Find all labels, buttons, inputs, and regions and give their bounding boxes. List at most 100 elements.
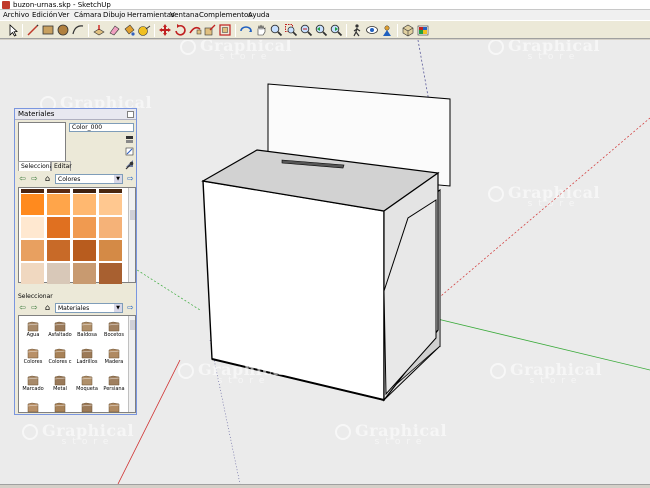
menu-ver[interactable]: Ver [58,10,69,20]
details-arrow-icon[interactable]: ⇨ [126,174,135,184]
details-arrow-icon[interactable]: ⇨ [126,303,135,313]
forward-arrow-icon[interactable]: ⇨ [30,303,39,313]
title-bar: buzon-urnas.skp - SketchUp [0,0,650,10]
home-icon[interactable]: ⌂ [43,303,52,313]
zoom-tool-icon[interactable] [269,23,283,37]
zoom-extents-tool-icon[interactable] [299,23,313,37]
color-swatch[interactable] [73,217,96,238]
section-label-seleccionar: Seleccionar [18,293,53,300]
color-swatch[interactable] [47,189,70,193]
position-camera-tool-icon[interactable] [380,23,394,37]
color-swatch[interactable] [21,263,44,284]
color-swatch[interactable] [73,189,96,193]
tab-editar[interactable]: Editar [51,161,72,171]
color-swatch[interactable] [21,189,44,193]
color-swatch[interactable] [99,189,122,193]
menu-archivo[interactable]: Archivo [3,10,29,20]
menu-complementos[interactable]: Complementos [199,10,252,20]
next-view-tool-icon[interactable] [329,23,343,37]
color-swatch[interactable] [73,263,96,284]
tape-measure-tool-icon[interactable] [137,23,151,37]
previous-view-tool-icon[interactable] [314,23,328,37]
material-folder-item[interactable]: Metal [48,372,72,396]
color-swatch[interactable] [99,194,122,215]
eyedropper-icon[interactable] [125,161,134,170]
menu-camara[interactable]: Cámara [74,10,101,20]
collection-select-bottom[interactable]: Materiales ▼ [55,303,123,313]
material-name-field[interactable]: Color_000 [69,123,134,132]
pan-tool-icon[interactable] [254,23,268,37]
material-folder-item[interactable]: Asfaltado [48,318,72,342]
library-scrollbar[interactable] [128,316,135,412]
color-swatch[interactable] [21,240,44,261]
swatch-scrollbar[interactable] [128,188,135,282]
material-folder-item[interactable]: Colores c [48,345,72,369]
paint-bucket-tool-icon[interactable] [122,23,136,37]
color-swatch[interactable] [73,194,96,215]
watermark: Graphicalstore [490,362,602,386]
folder-icon [54,401,66,413]
close-icon[interactable] [127,111,134,118]
offset-tool-icon[interactable] [218,23,232,37]
material-folder-item[interactable] [48,399,72,423]
status-bar [0,484,650,488]
color-swatch[interactable] [99,240,122,261]
menu-ventana[interactable]: Ventana [170,10,199,20]
rotate-tool-icon[interactable] [173,23,187,37]
rectangle-tool-icon[interactable] [41,23,55,37]
materials-panel-header[interactable]: Materiales [15,109,136,120]
material-folder-item[interactable]: Bocetos [102,318,126,342]
collection-select-top[interactable]: Colores ▼ [55,174,123,184]
material-folder-item[interactable] [75,399,99,423]
eraser-tool-icon[interactable] [107,23,121,37]
material-folder-item[interactable]: Madera [102,345,126,369]
color-swatch[interactable] [47,240,70,261]
line-tool-icon[interactable] [26,23,40,37]
material-folder-item[interactable]: Agua [21,318,45,342]
material-folder-item[interactable]: Ladrillos [75,345,99,369]
circle-tool-icon[interactable] [56,23,70,37]
material-folder-item[interactable] [102,399,126,423]
color-swatch[interactable] [47,194,70,215]
menu-edicion[interactable]: Edición [32,10,57,20]
material-folder-item[interactable]: Baldosa [75,318,99,342]
color-swatch[interactable] [21,194,44,215]
move-tool-icon[interactable] [158,23,172,37]
menu-herramientas[interactable]: Herramientas [127,10,175,20]
forward-arrow-icon[interactable]: ⇨ [30,174,39,184]
color-swatch[interactable] [47,263,70,284]
folder-icon [108,401,120,413]
zoom-window-tool-icon[interactable] [284,23,298,37]
material-preview [18,122,66,164]
material-folder-item[interactable]: Moqueta [75,372,99,396]
components-tool-icon[interactable] [401,23,415,37]
color-swatch[interactable] [47,217,70,238]
menu-dibujo[interactable]: Dibujo [103,10,125,20]
color-swatch[interactable] [99,263,122,284]
color-swatch[interactable] [21,217,44,238]
menu-ayuda[interactable]: Ayuda [248,10,270,20]
tab-seleccionar[interactable]: Seleccionar [18,161,56,171]
material-folder-item[interactable]: Marcado [21,372,45,396]
orbit-tool-icon[interactable] [239,23,253,37]
folder-icon [54,374,66,386]
material-folder-item[interactable] [21,399,45,423]
scale-tool-icon[interactable] [203,23,217,37]
color-swatch[interactable] [73,240,96,261]
home-icon[interactable]: ⌂ [43,174,52,184]
back-arrow-icon[interactable]: ⇦ [18,303,27,313]
material-folder-item[interactable]: Persiana [102,372,126,396]
push-pull-tool-icon[interactable] [92,23,106,37]
back-arrow-icon[interactable]: ⇦ [18,174,27,184]
follow-me-tool-icon[interactable] [188,23,202,37]
arc-tool-icon[interactable] [71,23,85,37]
material-folder-item[interactable]: Colores [21,345,45,369]
walk-tool-icon[interactable] [350,23,364,37]
look-around-tool-icon[interactable] [365,23,379,37]
materials-tool-icon[interactable] [416,23,430,37]
create-material-icon[interactable] [125,147,134,156]
select-tool-icon[interactable] [6,23,20,37]
color-swatch[interactable] [99,217,122,238]
display-secondary-icon[interactable] [125,135,134,144]
folder-icon [27,347,39,359]
